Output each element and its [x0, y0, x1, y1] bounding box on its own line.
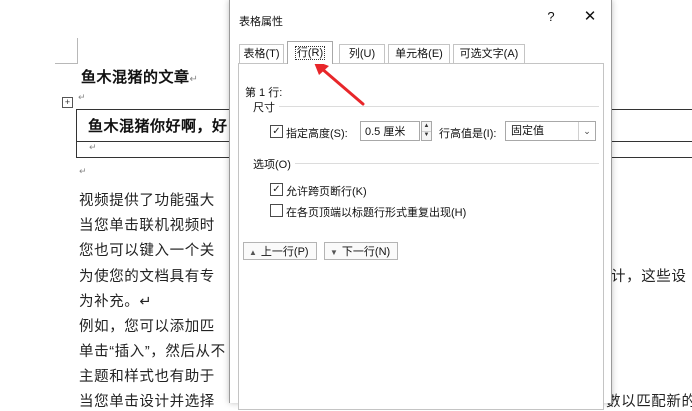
table-move-handle-icon[interactable]: + [62, 97, 73, 108]
body-text-line[interactable]: 当您单击设计并选择 [79, 390, 215, 411]
options-section-label: 选项(O) [253, 156, 295, 172]
document-title-text: 鱼木混猪的文章 [81, 69, 190, 86]
tab-row-label: 行(R) [294, 46, 326, 60]
section-divider [253, 163, 599, 164]
paragraph-mark: ↵ [89, 142, 97, 152]
tab-table[interactable]: 表格(T) [239, 44, 284, 63]
tab-cell-label: 单元格(E) [395, 48, 443, 60]
table-properties-dialog: 表格属性 ? ✕ 表格(T) 行(R) 列(U) 单元格(E) 可选文字(A) … [229, 0, 612, 410]
previous-row-button[interactable]: ▲ 上一行(P) [243, 242, 317, 260]
spin-down-icon[interactable]: ▼ [422, 131, 431, 140]
repeat-header-label[interactable]: 在各页顶端以标题行形式重复出现(H) [286, 204, 466, 220]
document-title[interactable]: 鱼木混猪的文章↵ [81, 66, 198, 87]
chevron-down-icon[interactable]: ⌄ [578, 122, 595, 140]
tab-column[interactable]: 列(U) [339, 44, 385, 63]
help-button[interactable]: ? [541, 9, 561, 24]
previous-row-label: 上一行(P) [260, 246, 309, 258]
body-text-line[interactable]: 为补充。↵ [79, 290, 152, 311]
dialog-title: 表格属性 [239, 16, 283, 28]
body-text-fragment[interactable]: 數以匹配新的 [606, 390, 692, 411]
section-divider [253, 106, 599, 107]
paragraph-mark: ↵ [79, 166, 87, 176]
body-text-line[interactable]: 例如，您可以添加匹 [79, 315, 215, 336]
specify-height-checkbox[interactable]: ✓ [270, 125, 283, 138]
body-text-fragment[interactable]: 计，这些设 [611, 265, 687, 286]
tab-cell[interactable]: 单元格(E) [388, 44, 450, 63]
row-number-label: 第 1 行: [245, 87, 283, 99]
row-height-mode-value: 固定值 [511, 125, 544, 137]
triangle-down-icon: ▼ [330, 248, 338, 257]
specify-height-label[interactable]: 指定高度(S): [286, 125, 348, 141]
body-text-line[interactable]: 单击“插入”，然后从不 [79, 340, 226, 361]
margin-corner-mark [55, 63, 78, 64]
paragraph-mark: ↵ [189, 74, 199, 85]
body-text-line[interactable]: 您也可以键入一个关 [79, 239, 215, 260]
paragraph-mark: ↵ [78, 92, 86, 102]
row-tab-panel: 第 1 行: 尺寸 ✓ 指定高度(S): 0.5 厘米 ▲ ▼ 行高值是(I):… [238, 63, 604, 410]
body-text-line[interactable]: 主题和样式也有助于 [79, 365, 215, 386]
height-spinner[interactable]: ▲ ▼ [421, 121, 432, 141]
tab-alt-text-label: 可选文字(A) [459, 48, 519, 60]
tab-alt-text[interactable]: 可选文字(A) [453, 44, 525, 63]
close-button[interactable]: ✕ [579, 7, 601, 25]
body-text-line[interactable]: 当您单击联机视频时 [79, 214, 215, 235]
tab-row[interactable]: 行(R) [287, 41, 333, 64]
repeat-header-checkbox[interactable] [270, 204, 283, 217]
tab-column-label: 列(U) [348, 48, 376, 60]
tab-table-label: 表格(T) [243, 48, 280, 60]
allow-break-label[interactable]: 允许跨页断行(K) [286, 183, 367, 199]
allow-break-checkbox[interactable]: ✓ [270, 183, 283, 196]
next-row-button[interactable]: ▼ 下一行(N) [324, 242, 398, 260]
row-height-is-label: 行高值是(I): [439, 128, 497, 140]
triangle-up-icon: ▲ [249, 248, 257, 257]
row-height-mode-select[interactable]: 固定值 ⌄ [505, 121, 596, 141]
table-border [76, 109, 77, 158]
body-text-line[interactable]: 为使您的文档具有专 [79, 265, 215, 286]
body-text-line[interactable]: 视频提供了功能强大 [79, 189, 215, 210]
table-cell-text[interactable]: 鱼木混猪你好啊，好 [88, 115, 228, 136]
next-row-label: 下一行(N) [341, 246, 391, 258]
margin-corner-mark [77, 38, 78, 64]
size-section-label: 尺寸 [253, 99, 279, 115]
height-value-input[interactable]: 0.5 厘米 [360, 121, 420, 141]
